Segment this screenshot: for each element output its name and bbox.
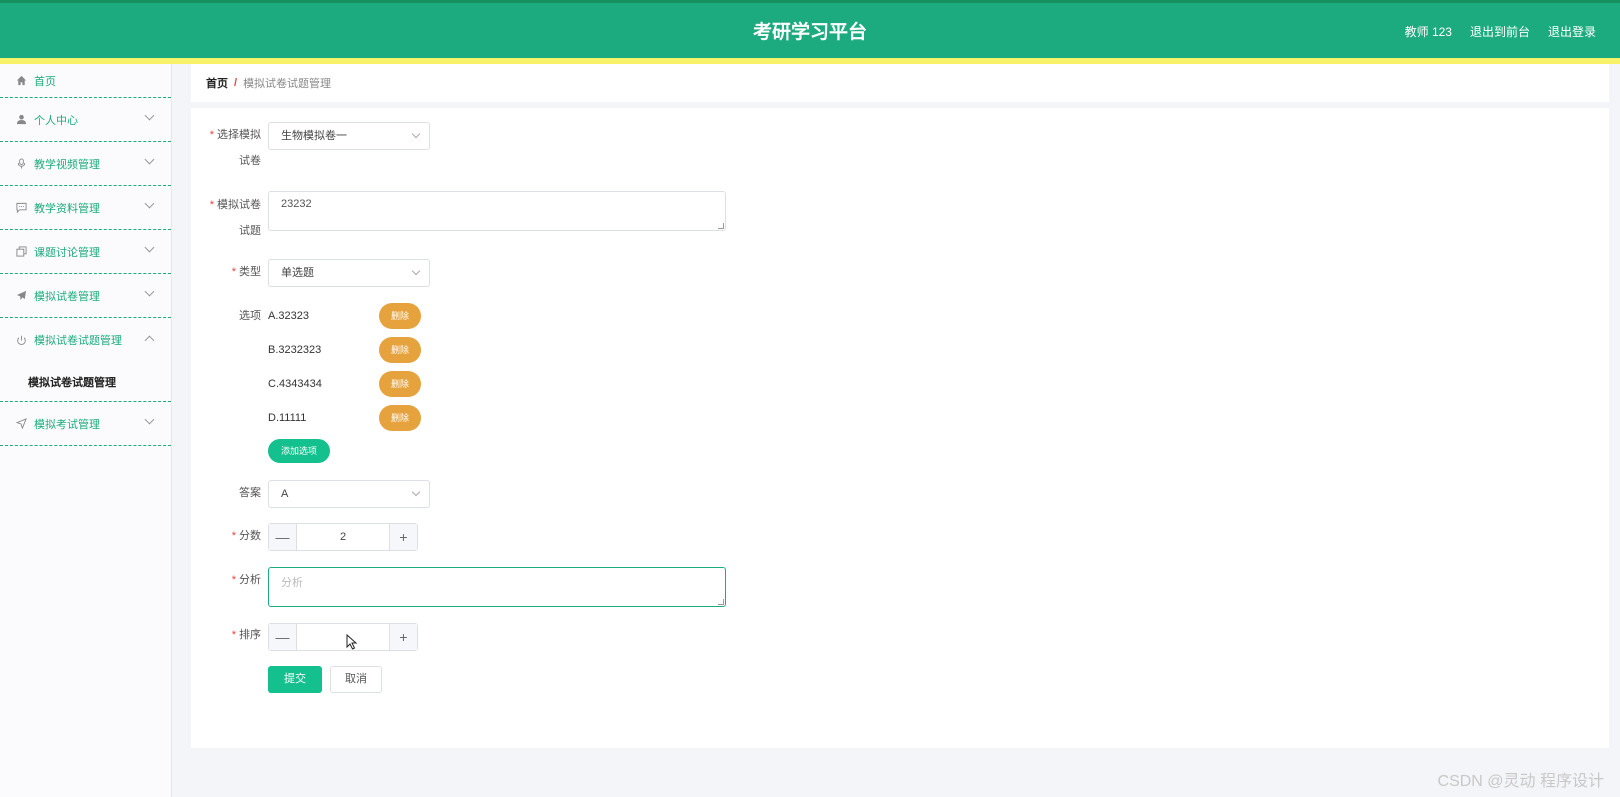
delete-option-button[interactable]: 删除 [379,303,421,329]
type-select[interactable]: 单选题 [268,259,430,287]
sidebar-item-label: 首页 [34,75,56,88]
delete-option-button[interactable]: 删除 [379,405,421,431]
answer-label: 答案 [239,487,261,499]
option-b-text: B.3232323 [268,344,322,356]
breadcrumb-current: 模拟试卷试题管理 [243,78,332,90]
chevron-down-icon [144,286,155,297]
chevron-down-icon [144,414,155,425]
breadcrumb-home[interactable]: 首页 [206,75,228,91]
user-icon [15,113,28,126]
type-label: * 类型 [231,266,261,278]
current-user: 教师 123 [1404,25,1452,39]
chevron-down-icon [411,266,421,276]
resize-handle-icon[interactable] [718,223,724,229]
chevron-down-icon [411,487,421,497]
option-c-text: C.4343434 [268,378,322,390]
sidebar-item-label: 模拟试卷管理 [34,290,100,303]
power-icon [15,334,28,347]
analysis-textarea[interactable]: 分析 [268,567,726,607]
sidebar-item-label: 课题讨论管理 [34,246,100,259]
sidebar-item-mock-paper[interactable]: 模拟试卷管理 [0,274,171,318]
breadcrumb: 首页 / 模拟试卷试题管理 [191,64,1609,102]
navigation-icon [15,417,28,430]
sidebar: 首页 个人中心 教学视频管理 教学资料管理 课题讨论管理 模拟试卷管理 模拟试卷… [0,64,172,797]
answer-select[interactable]: A [268,480,430,508]
paper-select[interactable]: 生物模拟卷一 [268,122,430,150]
breadcrumb-separator: / [234,77,238,89]
add-option-button[interactable]: 添加选项 [268,439,330,463]
decrement-button[interactable]: — [269,524,297,550]
score-label: * 分数 [231,530,261,542]
watermark: CSDN @灵动 程序设计 [1437,773,1604,790]
order-stepper[interactable]: — + [268,623,418,651]
top-header: 考研学习平台 教师 123 退出到前台 退出登录 [0,0,1620,58]
sidebar-item-mock-exam[interactable]: 模拟考试管理 [0,402,171,446]
home-icon [15,74,28,87]
sidebar-item-personal-center[interactable]: 个人中心 [0,98,171,142]
order-label: * 排序 [231,629,261,641]
submenu-item-mock-questions[interactable]: 模拟试卷试题管理 [0,362,171,402]
sidebar-item-label: 教学视频管理 [34,158,100,171]
sidebar-item-label: 教学资料管理 [34,202,100,215]
app-title: 考研学习平台 [752,22,867,43]
chevron-up-icon [144,335,155,346]
resize-handle-icon[interactable] [718,599,724,605]
chevron-down-icon [411,129,421,139]
sidebar-item-materials[interactable]: 教学资料管理 [0,186,171,230]
question-textarea[interactable]: 23232 [268,191,726,231]
analysis-label: * 分析 [231,574,261,586]
sidebar-item-mock-questions[interactable]: 模拟试卷试题管理 [0,318,171,362]
delete-option-button[interactable]: 删除 [379,371,421,397]
chat-icon [15,201,28,214]
mouse-cursor-icon [346,634,358,650]
option-a-text: A.32323 [268,310,309,322]
increment-button[interactable]: + [389,624,417,650]
paper-label: * 选择模拟 试卷 [209,129,261,167]
sidebar-item-label: 模拟试卷试题管理 [34,335,122,347]
chevron-down-icon [144,110,155,121]
header-actions: 教师 123 退出到前台 退出登录 [1405,23,1596,40]
option-d-text: D.11111 [268,412,307,424]
exit-to-front-link[interactable]: 退出到前台 [1470,23,1530,40]
question-form: * 选择模拟 试卷 生物模拟卷一 * 模拟试卷 试题 23232 * 类型 单选题 选项 … [191,108,1609,748]
score-value[interactable]: 2 [297,524,389,550]
sidebar-item-video[interactable]: 教学视频管理 [0,142,171,186]
send-icon [15,289,28,302]
cancel-button[interactable]: 取消 [330,666,382,693]
score-stepper[interactable]: — 2 + [268,523,418,551]
delete-option-button[interactable]: 删除 [379,337,421,363]
order-value[interactable] [297,624,389,650]
chevron-down-icon [144,154,155,165]
microphone-icon [15,157,28,170]
sidebar-item-home[interactable]: 首页 [0,64,171,98]
decrement-button[interactable]: — [269,624,297,650]
copy-icon [15,245,28,258]
submit-button[interactable]: 提交 [268,666,322,693]
logout-link[interactable]: 退出登录 [1548,23,1596,40]
question-label: * 模拟试卷 试题 [209,199,261,237]
sidebar-item-discussion[interactable]: 课题讨论管理 [0,230,171,274]
chevron-down-icon [144,242,155,253]
options-label: 选项 [239,310,261,322]
sidebar-item-label: 个人中心 [34,114,78,127]
increment-button[interactable]: + [389,524,417,550]
sidebar-item-label: 模拟考试管理 [34,418,100,431]
chevron-down-icon [144,198,155,209]
